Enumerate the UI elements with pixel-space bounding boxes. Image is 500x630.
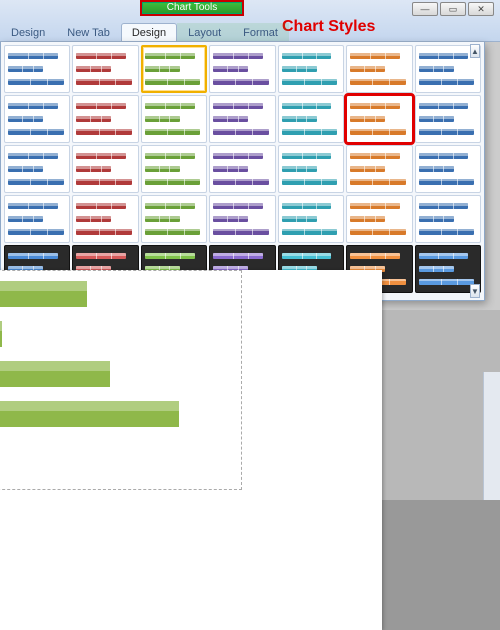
- chart-style-thumb[interactable]: [278, 195, 344, 243]
- tab-chart-layout[interactable]: Layout: [177, 23, 232, 41]
- chart-tools-contextual-tab[interactable]: Chart Tools: [140, 0, 244, 16]
- document-area: [0, 310, 500, 500]
- chart-style-thumb[interactable]: [346, 195, 412, 243]
- chart-style-thumb[interactable]: [346, 145, 412, 193]
- vertical-scrollbar[interactable]: [483, 372, 500, 500]
- chart-style-thumb[interactable]: [72, 45, 138, 93]
- maximize-button[interactable]: ▭: [440, 2, 466, 16]
- chart-style-thumb[interactable]: [72, 145, 138, 193]
- chart-style-thumb[interactable]: [141, 45, 207, 93]
- chart-style-thumb[interactable]: [141, 145, 207, 193]
- chart-style-thumb[interactable]: [72, 195, 138, 243]
- chart-style-thumb[interactable]: [209, 145, 275, 193]
- chart-style-thumb[interactable]: [209, 195, 275, 243]
- tab-chart-design[interactable]: Design: [121, 23, 177, 41]
- chart-style-thumb[interactable]: [278, 45, 344, 93]
- chart-style-thumb[interactable]: [346, 95, 412, 143]
- gallery-scrollbar: ▲ ▼: [468, 44, 482, 298]
- chart-style-thumb[interactable]: [4, 195, 70, 243]
- annotation-chart-styles: Chart Styles: [282, 18, 375, 36]
- close-button[interactable]: ✕: [468, 2, 494, 16]
- tab-design[interactable]: Design: [0, 23, 56, 41]
- chart-style-thumb[interactable]: [209, 95, 275, 143]
- chart-style-thumb[interactable]: [4, 145, 70, 193]
- chart-style-thumb[interactable]: [346, 45, 412, 93]
- tab-chart-format[interactable]: Format: [232, 23, 289, 41]
- chart-bar: [0, 321, 2, 347]
- chart-bar: [0, 401, 179, 427]
- embedded-chart[interactable]: [0, 270, 242, 490]
- chart-style-thumb[interactable]: [141, 195, 207, 243]
- chart-style-thumb[interactable]: [4, 45, 70, 93]
- tab-new-tab[interactable]: New Tab: [56, 23, 121, 41]
- ribbon-tabs: Design New Tab Design Layout Format: [0, 19, 289, 41]
- chart-style-thumb[interactable]: [209, 45, 275, 93]
- chart-bar: [0, 281, 87, 307]
- chart-style-thumb[interactable]: [278, 95, 344, 143]
- app-window: — ▭ ✕ Chart Tools Chart Styles Design Ne…: [0, 0, 500, 500]
- page: [0, 270, 382, 630]
- gallery-scroll-up[interactable]: ▲: [470, 44, 480, 58]
- chart-bar: [0, 361, 110, 387]
- titlebar: — ▭ ✕ Chart Tools Chart Styles Design Ne…: [0, 0, 500, 42]
- chart-styles-gallery: ▲ ▼: [0, 42, 485, 301]
- chart-style-thumb[interactable]: [278, 145, 344, 193]
- window-controls: — ▭ ✕: [412, 2, 494, 16]
- chart-style-thumb[interactable]: [72, 95, 138, 143]
- minimize-button[interactable]: —: [412, 2, 438, 16]
- gallery-scroll-down[interactable]: ▼: [470, 284, 480, 298]
- chart-style-thumb[interactable]: [141, 95, 207, 143]
- chart-style-thumb[interactable]: [4, 95, 70, 143]
